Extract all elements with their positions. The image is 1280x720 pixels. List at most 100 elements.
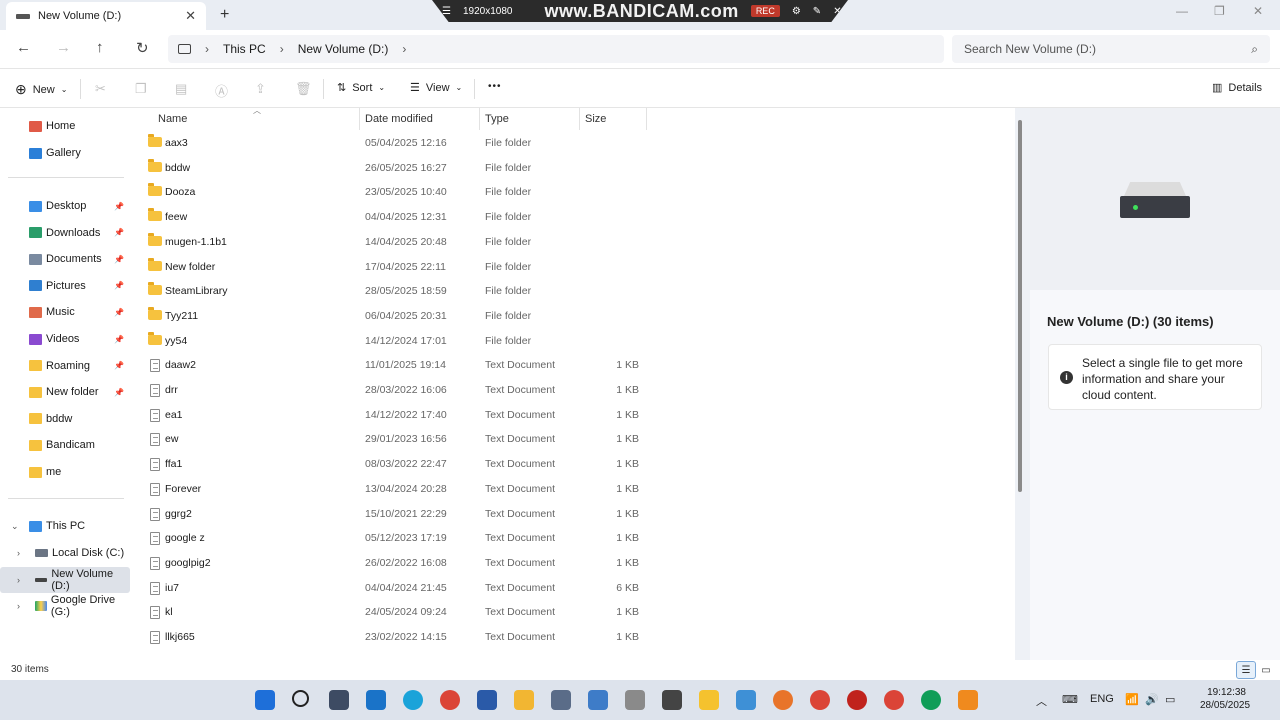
settings-icon[interactable] xyxy=(551,690,571,710)
column-header-name[interactable]: Name xyxy=(158,108,187,130)
start-icon[interactable] xyxy=(255,690,275,710)
column-header-type[interactable]: Type xyxy=(485,108,509,130)
sidebar-item-desktop[interactable]: Desktop 📌 xyxy=(0,193,130,219)
file-row[interactable]: Tyy211 06/04/2025 20:31 File folder xyxy=(133,305,645,329)
calculator-icon[interactable] xyxy=(588,690,608,710)
sidebar-item-drive-2[interactable]: Google Drive (G:) › xyxy=(0,593,130,619)
chrome-3-icon[interactable] xyxy=(921,690,941,710)
file-row[interactable]: feew 04/04/2025 12:31 File folder xyxy=(133,206,645,230)
sidebar-item-videos[interactable]: Videos 📌 xyxy=(0,326,130,352)
task-view-icon[interactable] xyxy=(329,690,349,710)
sidebar-item-documents[interactable]: Documents 📌 xyxy=(0,246,130,272)
file-row[interactable]: ew 29/01/2023 16:56 Text Document 1 KB xyxy=(133,428,645,452)
view-button[interactable]: ☰ View ⌄ xyxy=(410,81,462,95)
file-row[interactable]: daaw2 11/01/2025 19:14 Text Document 1 KB xyxy=(133,354,645,378)
sidebar-item-music[interactable]: Music 📌 xyxy=(0,299,130,325)
clock[interactable]: 19:12:38 28/05/2025 xyxy=(1200,686,1250,712)
expand-chevron-icon[interactable]: › xyxy=(17,548,20,558)
rename-icon[interactable]: Ⓐ xyxy=(215,81,228,100)
column-header-date[interactable]: Date modified xyxy=(365,108,433,130)
scrollbar[interactable] xyxy=(1018,120,1022,492)
edge-icon[interactable] xyxy=(403,690,423,710)
column-divider[interactable] xyxy=(579,108,580,130)
sidebar-item-bddw[interactable]: bddw xyxy=(0,406,130,432)
chevron-up-icon[interactable]: ︿ xyxy=(1036,693,1047,709)
refresh-icon[interactable]: ↻ xyxy=(136,39,149,57)
maximize-icon[interactable]: ❐ xyxy=(1214,4,1225,18)
file-row[interactable]: iu7 04/04/2024 21:45 Text Document 6 KB xyxy=(133,577,645,601)
column-divider[interactable] xyxy=(479,108,480,130)
sidebar-item-this-pc[interactable]: ⌄ This PC xyxy=(0,513,130,539)
file-row[interactable]: Dooza 23/05/2025 10:40 File folder xyxy=(133,181,645,205)
file-row[interactable]: ffa1 08/03/2022 22:47 Text Document 1 KB xyxy=(133,453,645,477)
more-options-button[interactable]: ••• xyxy=(488,81,502,92)
sidebar-item-home[interactable]: Home xyxy=(0,113,130,139)
tab-new-volume[interactable]: New Volume (D:) ✕ xyxy=(6,2,206,30)
address-bar[interactable]: › This PC › New Volume (D:) › xyxy=(168,35,944,63)
language-indicator[interactable]: ENG xyxy=(1090,693,1114,705)
sidebar-item-me[interactable]: me xyxy=(0,459,130,485)
back-arrow-icon[interactable]: ← xyxy=(16,39,31,56)
volume-icon[interactable]: 🔊 xyxy=(1145,693,1159,706)
file-row[interactable]: drr 28/03/2022 16:06 Text Document 1 KB xyxy=(133,379,645,403)
details-button[interactable]: ▥ Details xyxy=(1212,81,1262,95)
sidebar-item-bandicam[interactable]: Bandicam xyxy=(0,432,130,458)
firefox-icon[interactable] xyxy=(773,690,793,710)
sidebar-item-gallery[interactable]: Gallery xyxy=(0,140,130,166)
player-icon[interactable] xyxy=(699,690,719,710)
terminal-icon[interactable] xyxy=(477,690,497,710)
globe-icon[interactable] xyxy=(736,690,756,710)
file-row[interactable]: New folder 17/04/2025 22:11 File folder xyxy=(133,256,645,280)
wifi-icon[interactable]: 📶 xyxy=(1125,693,1139,706)
battery-icon[interactable]: ▭ xyxy=(1165,693,1175,706)
tool-icon[interactable] xyxy=(625,690,645,710)
chrome-2-icon[interactable] xyxy=(884,690,904,710)
chrome-icon[interactable] xyxy=(440,690,460,710)
breadcrumb-this-pc[interactable]: This PC xyxy=(223,42,266,56)
keyboard-icon[interactable]: ⌨ xyxy=(1062,693,1078,706)
expand-chevron-icon[interactable]: › xyxy=(17,601,20,611)
close-tab-icon[interactable]: ✕ xyxy=(185,8,196,24)
file-row[interactable]: SteamLibrary 28/05/2025 18:59 File folder xyxy=(133,280,645,304)
column-divider[interactable] xyxy=(359,108,360,130)
store-icon[interactable] xyxy=(366,690,386,710)
sidebar-item-downloads[interactable]: Downloads 📌 xyxy=(0,220,130,246)
expand-chevron-icon[interactable]: › xyxy=(17,575,20,585)
search-input[interactable]: Search New Volume (D:) ⌕ xyxy=(952,35,1270,63)
file-row[interactable]: mugen-1.1b1 14/04/2025 20:48 File folder xyxy=(133,231,645,255)
sidebar-item-drive-1[interactable]: New Volume (D:) › xyxy=(0,566,130,593)
file-row[interactable]: Forever 13/04/2024 20:28 Text Document 1 KB xyxy=(133,478,645,502)
sidebar-item-pictures[interactable]: Pictures 📌 xyxy=(0,273,130,299)
copy-icon[interactable]: ❐ xyxy=(135,81,147,97)
file-row[interactable]: ea1 14/12/2022 17:40 Text Document 1 KB xyxy=(133,404,645,428)
close-window-icon[interactable]: ✕ xyxy=(1253,4,1263,18)
explorer-icon[interactable] xyxy=(514,690,534,710)
file-row[interactable]: yy54 14/12/2024 17:01 File folder xyxy=(133,330,645,354)
delete-icon[interactable]: 🗑 xyxy=(295,81,312,97)
sidebar-item-new-folder[interactable]: New folder 📌 xyxy=(0,379,130,405)
search-icon[interactable] xyxy=(292,690,309,707)
file-row[interactable]: llkj665 23/02/2022 14:15 Text Document 1 KB xyxy=(133,626,645,650)
file-row[interactable]: googlpig2 26/02/2022 16:08 Text Document 1 … xyxy=(133,552,645,576)
record-icon[interactable] xyxy=(847,690,867,710)
new-tab-button[interactable]: + xyxy=(220,6,229,24)
paste-icon[interactable]: ▤ xyxy=(175,81,187,97)
new-button[interactable]: ⊕ New ⌄ xyxy=(15,81,67,98)
file-row[interactable]: google z 05/12/2023 17:19 Text Document 1 K… xyxy=(133,527,645,551)
column-divider[interactable] xyxy=(646,108,647,130)
file-row[interactable]: kl 24/05/2024 09:24 Text Document 1 KB xyxy=(133,601,645,625)
tiles-view-icon[interactable]: ▭ xyxy=(1256,661,1276,679)
clock-icon[interactable] xyxy=(662,690,682,710)
chrome-alt-icon[interactable] xyxy=(810,690,830,710)
vlc-icon[interactable] xyxy=(958,690,978,710)
up-arrow-icon[interactable]: ↑ xyxy=(96,39,104,56)
sort-button[interactable]: ⇅ Sort ⌄ xyxy=(337,81,385,95)
share-icon[interactable]: ⇪ xyxy=(255,81,266,97)
file-row[interactable]: aax3 05/04/2025 12:16 File folder xyxy=(133,132,645,156)
sidebar-item-roaming[interactable]: Roaming 📌 xyxy=(0,353,130,379)
cut-icon[interactable]: ✂ xyxy=(95,81,106,97)
column-header-size[interactable]: Size xyxy=(585,108,606,130)
forward-arrow-icon[interactable]: → xyxy=(56,39,71,56)
minimize-icon[interactable]: — xyxy=(1176,4,1188,18)
details-view-icon[interactable]: ☰ xyxy=(1236,661,1256,679)
